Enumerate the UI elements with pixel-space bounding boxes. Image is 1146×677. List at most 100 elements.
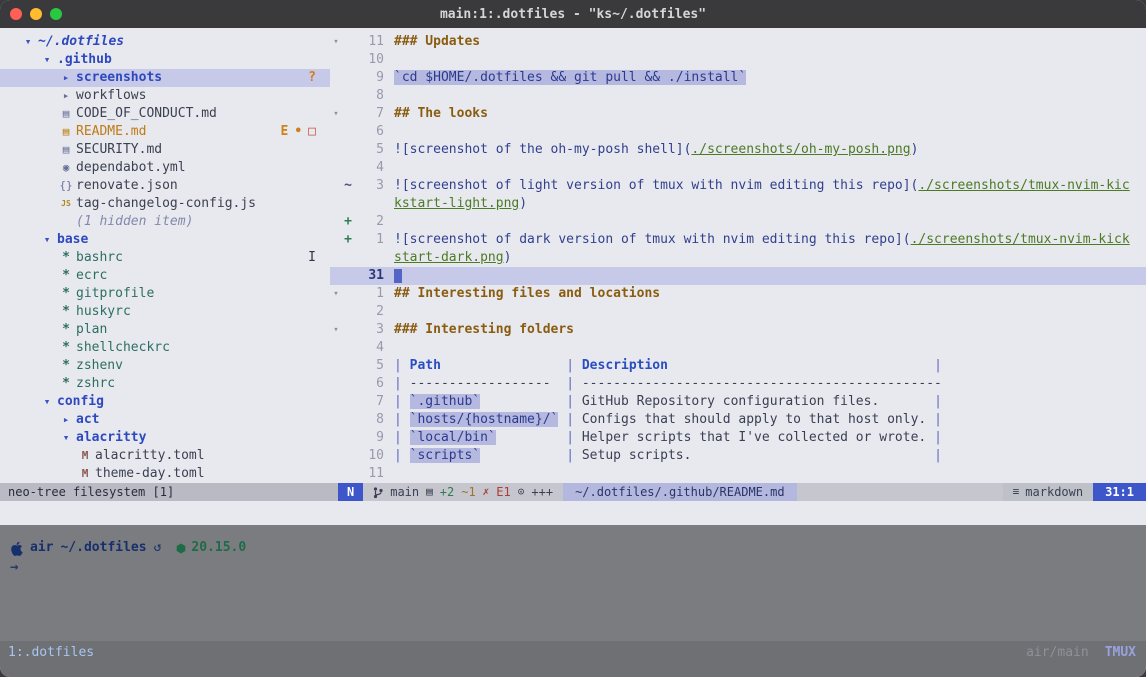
fold-column (330, 465, 342, 483)
line-text: ### Updates (384, 33, 480, 51)
tree-item-screenshots[interactable]: ▸screenshots? (0, 69, 330, 87)
line-segment-code: `.github` (410, 394, 480, 409)
line-number: 4 (354, 339, 384, 357)
tree-item-dotfiles[interactable]: ▾~/.dotfiles (0, 33, 330, 51)
tree-item-shellcheckrc[interactable]: *shellcheckrc (0, 339, 330, 357)
tree-item-theme-day-toml[interactable]: Mtheme-day.toml (0, 465, 330, 483)
editor-line[interactable]: 5![screenshot of the oh-my-posh shell](.… (330, 141, 1146, 159)
tree-item-gitprofile[interactable]: *gitprofile (0, 285, 330, 303)
editor-line[interactable]: ▾7## The looks (330, 105, 1146, 123)
tree-item-readme-md[interactable]: ▤README.mdE•□ (0, 123, 330, 141)
chevron-down-icon: ▾ (58, 429, 74, 447)
star-icon: * (58, 285, 74, 303)
tree-item-label: gitprofile (76, 285, 154, 303)
tree-item-code-of-conduct-md[interactable]: ▤CODE_OF_CONDUCT.md (0, 105, 330, 123)
close-button[interactable] (10, 8, 22, 20)
line-segment-alt: ![screenshot of dark version of tmux wit… (394, 232, 911, 247)
line-text: | `.github` | GitHub Repository configur… (384, 393, 942, 411)
editor-line[interactable]: kstart-light.png) (330, 195, 1146, 213)
git-branch-icon (373, 486, 383, 499)
star-icon: * (58, 321, 74, 339)
tmux-window-item[interactable]: 1:.dotfiles (8, 645, 94, 660)
tree-item-workflows[interactable]: ▸workflows (0, 87, 330, 105)
line-number: 31 (354, 267, 384, 285)
line-number: 3 (354, 177, 384, 195)
line-text: ![screenshot of dark version of tmux wit… (384, 231, 1130, 249)
fold-open-icon: ▾ (330, 33, 342, 51)
editor-line[interactable]: ~3![screenshot of light version of tmux … (330, 177, 1146, 195)
line-segment-alt: ) (504, 250, 512, 265)
tree-item-zshrc[interactable]: *zshrc (0, 375, 330, 393)
line-text: ### Interesting folders (384, 321, 574, 339)
line-text: | `local/bin` | Helper scripts that I've… (384, 429, 942, 447)
line-text: ![screenshot of light version of tmux wi… (384, 177, 1130, 195)
line-segment-link: ./screenshots/tmux-nvim-kic (918, 178, 1129, 193)
editor-line[interactable]: +2 (330, 213, 1146, 231)
tree-item-tag-changelog-config-js[interactable]: JStag-changelog-config.js (0, 195, 330, 213)
chevron-right-icon: ▸ (58, 87, 74, 105)
editor-line[interactable]: 10| `scripts` | Setup scripts. | (330, 447, 1146, 465)
braces-icon: {} (58, 177, 74, 195)
editor-line[interactable]: 31 (330, 267, 1146, 285)
tree-item-label: bashrc (76, 249, 123, 267)
tree-item-github[interactable]: ▾.github (0, 51, 330, 69)
tree-item-act[interactable]: ▸act (0, 411, 330, 429)
tree-item-badges: ? (308, 69, 330, 87)
zoom-button[interactable] (50, 8, 62, 20)
tree-item-zshenv[interactable]: *zshenv (0, 357, 330, 375)
tree-item-ecrc[interactable]: *ecrc (0, 267, 330, 285)
toml-icon: M (77, 447, 93, 465)
editor-pane: ▾11### Updates109`cd $HOME/.dotfiles && … (330, 28, 1146, 483)
editor-line[interactable]: 8| `hosts/{hostname}/` | Configs that sh… (330, 411, 1146, 429)
line-segment-h: ## The looks (394, 106, 488, 121)
editor-line[interactable]: 7| `.github` | GitHub Repository configu… (330, 393, 1146, 411)
tree-item-1-hidden-item[interactable]: (1 hidden item) (0, 213, 330, 231)
tree-item-renovate-json[interactable]: {}renovate.json (0, 177, 330, 195)
editor-line[interactable]: start-dark.png) (330, 249, 1146, 267)
editor-line[interactable]: 10 (330, 51, 1146, 69)
line-text: ![screenshot of the oh-my-posh shell](./… (384, 141, 918, 159)
editor-line[interactable]: 8 (330, 87, 1146, 105)
badge-diagnostic-error: E (281, 123, 289, 141)
editor-line[interactable]: 6| ------------------ | ----------------… (330, 375, 1146, 393)
tree-item-security-md[interactable]: ▤SECURITY.md (0, 141, 330, 159)
tree-item-label: .github (57, 51, 112, 69)
tree-item-base[interactable]: ▾base (0, 231, 330, 249)
tree-item-label: screenshots (76, 69, 162, 87)
fold-column (330, 231, 342, 249)
tree-item-label: huskyrc (76, 303, 131, 321)
editor-line[interactable]: 2 (330, 303, 1146, 321)
editor-line[interactable]: 9`cd $HOME/.dotfiles && git pull && ./in… (330, 69, 1146, 87)
cursor-block (394, 269, 402, 283)
editor-line[interactable]: 5| Path | Description | (330, 357, 1146, 375)
editor-line[interactable]: 6 (330, 123, 1146, 141)
sign-column (342, 375, 354, 393)
editor-line[interactable]: ▾3### Interesting folders (330, 321, 1146, 339)
tree-item-alacritty-toml[interactable]: Malacritty.toml (0, 447, 330, 465)
tree-item-config[interactable]: ▾config (0, 393, 330, 411)
fold-column (330, 123, 342, 141)
tree-item-dependabot-yml[interactable]: ◉dependabot.yml (0, 159, 330, 177)
editor-line[interactable]: 4 (330, 159, 1146, 177)
tree-item-badges: E•□ (281, 123, 330, 141)
line-text (384, 267, 402, 285)
statusline-extra: +++ (531, 483, 553, 501)
editor-line[interactable]: ▾11### Updates (330, 33, 1146, 51)
filetype-label: markdown (1025, 483, 1083, 501)
tree-item-plan[interactable]: *plan (0, 321, 330, 339)
doc-icon: ▤ (58, 105, 74, 123)
editor-line[interactable]: +1![screenshot of dark version of tmux w… (330, 231, 1146, 249)
editor-line[interactable]: 4 (330, 339, 1146, 357)
apple-icon (10, 541, 23, 556)
editor-line[interactable]: ▾1## Interesting files and locations (330, 285, 1146, 303)
editor-line[interactable]: 9| `local/bin` | Helper scripts that I'v… (330, 429, 1146, 447)
minimize-button[interactable] (30, 8, 42, 20)
tree-item-bashrc[interactable]: *bashrcI (0, 249, 330, 267)
plugin-icon: ⊙ (518, 483, 525, 501)
tree-item-huskyrc[interactable]: *huskyrc (0, 303, 330, 321)
tree-item-alacritty[interactable]: ▾alacritty (0, 429, 330, 447)
line-segment-code: `scripts` (410, 448, 480, 463)
line-text: `cd $HOME/.dotfiles && git pull && ./ins… (384, 69, 746, 87)
line-segment-code: `hosts/{hostname}/` (410, 412, 559, 427)
editor-line[interactable]: 11 (330, 465, 1146, 483)
